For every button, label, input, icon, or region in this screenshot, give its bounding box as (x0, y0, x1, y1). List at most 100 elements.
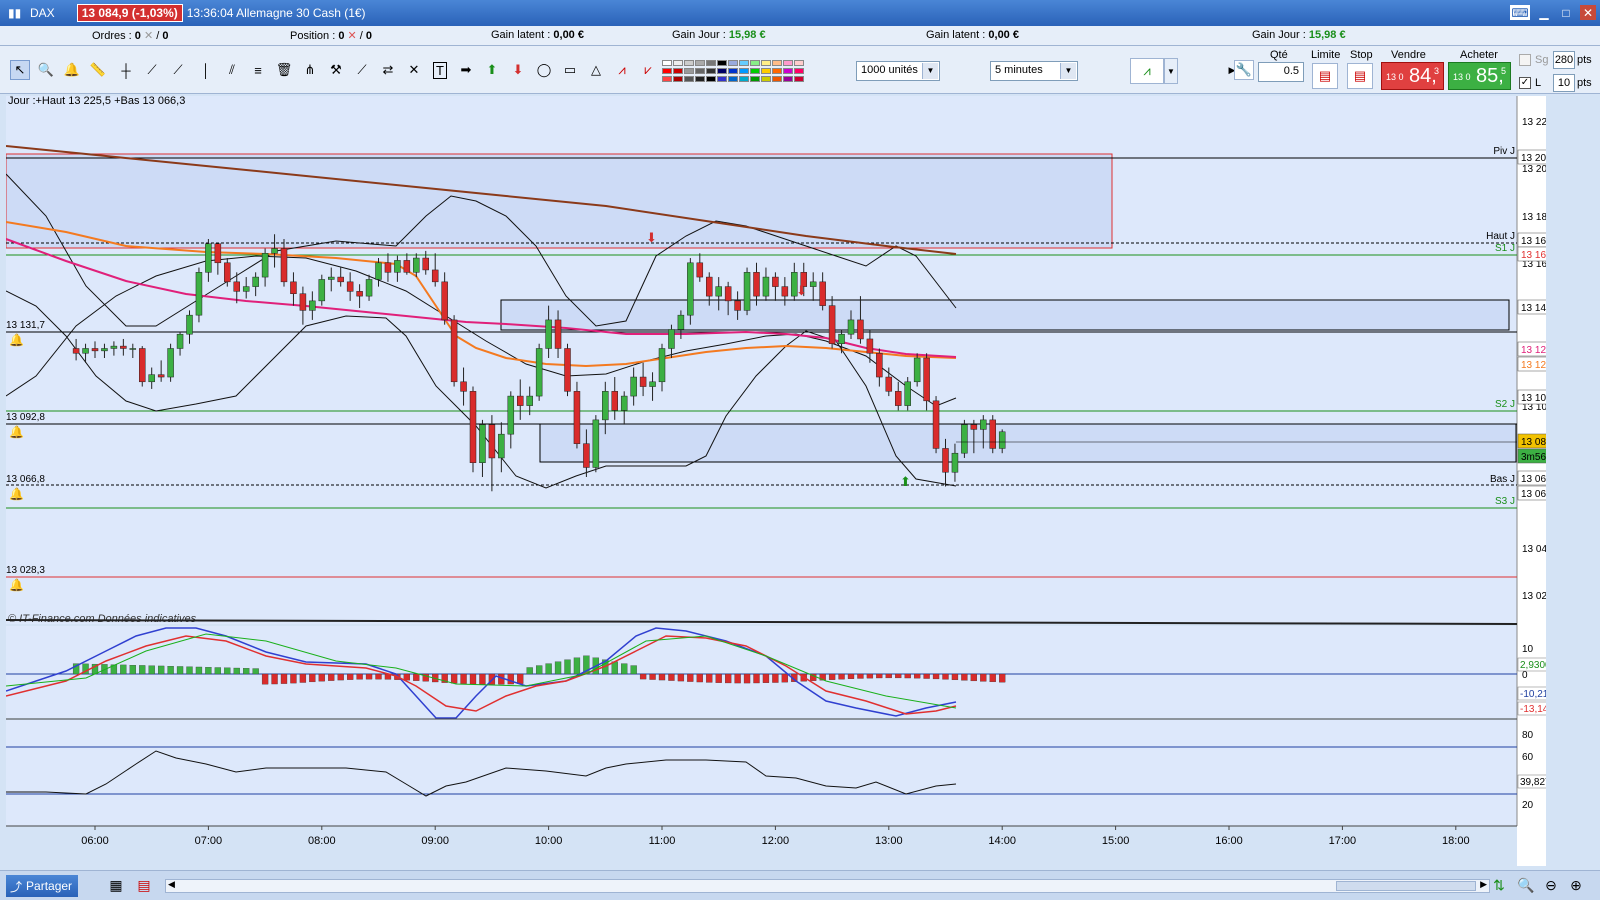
gann-tool-icon[interactable]: ⩗ (638, 60, 658, 80)
sg-points-input[interactable]: 280 (1553, 51, 1575, 69)
arrow-line-tool-icon[interactable]: ⇄ (378, 60, 398, 80)
candle-body (583, 443, 590, 468)
arrow-up-tool-icon[interactable]: ⬆ (482, 60, 502, 80)
candle-body (337, 276, 344, 283)
macd-histogram-bar (346, 673, 354, 680)
price-axis-tick: 13 040 (1522, 544, 1546, 555)
macd-histogram-bar (167, 666, 174, 675)
left-level-label: 13 131,7 (6, 320, 45, 331)
day-gain-info: Gain Jour : 15,98 € (672, 29, 766, 41)
sg-label: Sg (1535, 54, 1549, 66)
rectangle-tool-icon[interactable]: ▭ (560, 60, 580, 80)
s3-label: S3 J (1495, 496, 1515, 507)
horizontal-line-tool-icon[interactable]: ┼ (116, 60, 136, 80)
candle-body (72, 348, 80, 354)
chart-header: Jour :+Haut 13 225,5 +Bas 13 066,3 (8, 96, 185, 107)
zoom-in-icon[interactable]: ⊕ (1567, 877, 1585, 895)
candle-body (403, 260, 411, 273)
fibonacci-tool-icon[interactable]: ≡ (248, 60, 268, 80)
wrench-icon[interactable]: 🔧 (1234, 60, 1254, 80)
zoom-out-icon[interactable]: ⊖ (1542, 877, 1560, 895)
arrow-right-tool-icon[interactable]: ➡ (456, 60, 476, 80)
alert-bell-tool-icon[interactable]: 🔔 (62, 60, 82, 80)
watermark-text: © IT-Finance.com Données indicatives (8, 613, 197, 625)
window-controls: ⌨ ▁ □ ✕ (1510, 5, 1596, 20)
candle-body (101, 348, 108, 352)
close-icon[interactable]: ✕ (1580, 5, 1596, 20)
macd-histogram-bar (309, 673, 316, 683)
sell-button[interactable]: 13 0 84, 3 (1381, 62, 1444, 90)
candle-body (375, 262, 382, 280)
macd-histogram-bar (526, 667, 533, 675)
quantity-input[interactable]: 0.5 (1258, 62, 1304, 82)
ruler-tool-icon[interactable]: 📏 (88, 60, 108, 80)
zoom-tool-icon[interactable]: 🔍 (36, 60, 56, 80)
pitchfork-tool-icon[interactable]: ⋔ (300, 60, 320, 80)
orders-info[interactable]: Ordres : 0 ✕ / 0 (92, 29, 169, 42)
zoom-fit-icon[interactable]: 🔍 (1517, 877, 1535, 895)
arrow-down-tool-icon[interactable]: ⬇ (508, 60, 528, 80)
price-chart[interactable]: Jour :+Haut 13 225,5 +Bas 13 066,3 13 131… (6, 96, 1546, 866)
candle-body (932, 400, 940, 449)
ellipse-tool-icon[interactable]: ◯ (534, 60, 554, 80)
trendline-tool-icon[interactable]: ⟋ (142, 60, 162, 80)
qty-label: Qté (1270, 49, 1288, 61)
candle-body (460, 381, 467, 392)
macd-histogram-bar (252, 668, 259, 675)
buy-button[interactable]: 13 0 85, 5 (1448, 62, 1511, 90)
scroll-left-icon[interactable]: ◀ (168, 879, 175, 890)
price-tag-s3: 13 065,8 (1521, 489, 1546, 500)
units-select[interactable]: 1000 unités ▼ (856, 61, 940, 81)
candle-body (498, 433, 505, 459)
macd-tag: -13,142 (1520, 704, 1546, 715)
triangle-tool-icon[interactable]: △ (586, 60, 606, 80)
layout-icon[interactable]: ▤ (135, 877, 153, 895)
symbol-name[interactable]: DAX (30, 6, 55, 20)
chart-scrollbar[interactable]: ◀ ▶ (165, 879, 1490, 893)
zigzag-tool-icon[interactable]: ⩘ (612, 60, 632, 80)
candle-body (535, 348, 543, 397)
left-level-label: 13 092,8 (6, 412, 45, 423)
position-info[interactable]: Position : 0 ✕ / 0 (290, 29, 372, 42)
color-palette[interactable] (662, 60, 812, 84)
cross-line-tool-icon[interactable]: ✕ (404, 60, 424, 80)
candle-countdown: 3m56s (1521, 452, 1546, 463)
minimize-icon[interactable]: ▁ (1536, 5, 1552, 20)
indicators-icon[interactable]: ⩘ (1130, 58, 1164, 84)
buy-signal-arrow-icon: ⬆ (900, 474, 911, 489)
autoscale-icon[interactable]: ⇅ (1490, 877, 1508, 895)
stop-order-button[interactable]: ▤ (1347, 63, 1373, 89)
maximize-icon[interactable]: □ (1558, 5, 1574, 20)
chart-icon[interactable]: ▮▮ (8, 6, 21, 20)
sg-checkbox[interactable] (1519, 54, 1531, 66)
keyboard-icon[interactable]: ⌨ (1510, 5, 1530, 20)
macd-histogram-bar (328, 673, 335, 681)
macd-histogram-bar (290, 673, 297, 684)
hammer-tool-icon[interactable]: ⚒ (326, 60, 346, 80)
indicators-dropdown-icon[interactable]: ▼ (1164, 58, 1178, 84)
candle-body (715, 286, 722, 297)
delete-tool-icon[interactable]: 🗑 (274, 60, 294, 80)
l-points-input[interactable]: 10 (1553, 74, 1575, 92)
macd-histogram-bar (961, 673, 968, 681)
interval-select[interactable]: 5 minutes ▼ (990, 61, 1078, 81)
candle-body (734, 300, 741, 311)
pointer-tool-icon[interactable]: ↖ (10, 60, 30, 80)
ray-tool-icon[interactable]: ⟋ (168, 60, 188, 80)
regression-tool-icon[interactable]: ⟋ (352, 60, 372, 80)
scroll-right-icon[interactable]: ▶ (1480, 879, 1487, 890)
vertical-line-tool-icon[interactable]: │ (196, 60, 216, 80)
grid-icon[interactable]: ▦ (107, 877, 125, 895)
share-button[interactable]: ⤴ Partager (6, 875, 79, 897)
channel-tool-icon[interactable]: ⫽ (222, 60, 242, 80)
scroll-thumb[interactable] (1336, 881, 1476, 891)
candle-body (819, 281, 826, 306)
candle-body (677, 314, 685, 330)
candle-body (309, 300, 316, 311)
l-checkbox[interactable]: ✓ (1519, 77, 1531, 89)
text-tool-icon[interactable]: T (430, 60, 450, 80)
macd-histogram-bar (186, 666, 193, 675)
candle-body (261, 253, 269, 278)
macd-histogram-bar (847, 673, 855, 679)
limit-order-button[interactable]: ▤ (1312, 63, 1338, 89)
